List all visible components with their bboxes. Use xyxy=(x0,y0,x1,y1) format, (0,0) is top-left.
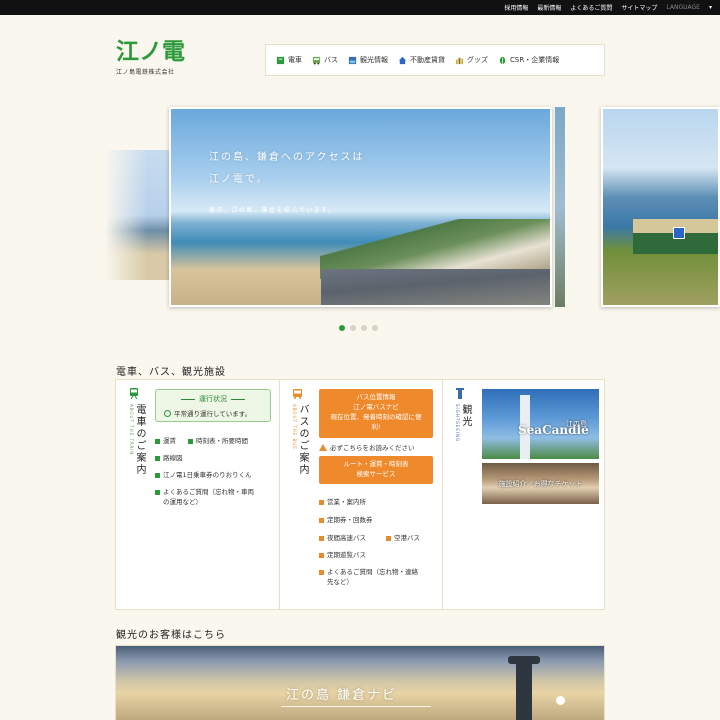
section-title-tourist: 観光のお客様はこちら xyxy=(116,630,226,641)
services-panel: ABOUT THE TRAIN 電車のご案内 運行状況 平常通り運行しています。… xyxy=(115,379,605,610)
slider-dot-1[interactable] xyxy=(339,325,345,331)
nav-label: CSR・企業情報 xyxy=(510,56,560,64)
tower-silhouette xyxy=(516,661,532,720)
bullet-icon xyxy=(188,438,193,444)
hero-slide[interactable]: 江の島、鎌倉へのアクセスは 江ノ電で。 藤沢、江の島、鎌倉を結んでいます。 xyxy=(169,107,552,307)
bus-icon xyxy=(293,389,302,399)
train-faq-link[interactable]: よくあるご質問（忘れ物・車両 の運用など） xyxy=(155,487,254,507)
nav-item-sightseeing[interactable]: 観光情報 xyxy=(348,55,388,65)
facilities-caption: 施設紹介／お得なチケット xyxy=(498,480,583,488)
seawall-scene xyxy=(321,269,550,305)
commuter-pass-link[interactable]: 定期券・回数券 xyxy=(319,515,373,525)
sightseeing-icon xyxy=(456,388,464,399)
status-message: 平常通り運行しています。 xyxy=(174,410,252,418)
bullet-icon xyxy=(319,552,324,558)
train-heading: 電車のご案内 xyxy=(134,404,145,476)
bullet-icon xyxy=(319,569,324,575)
nav-label: バス xyxy=(324,56,338,64)
enoshima-kamakura-navi-banner[interactable]: 江の島 鎌倉ナビ xyxy=(115,645,605,720)
slide-shadow xyxy=(555,107,565,307)
nav-label: 観光情報 xyxy=(360,56,388,64)
goods-icon xyxy=(455,57,464,64)
company-name: 江ノ島電鉄株式会社 xyxy=(116,69,175,76)
nav-label: 電車 xyxy=(288,56,302,64)
nav-item-csr[interactable]: CSR・企業情報 xyxy=(498,55,559,65)
faq-link[interactable]: よくあるご質問 xyxy=(570,3,612,12)
section-title: 電車、バス、観光施設 xyxy=(116,367,226,378)
bus-navi-button[interactable]: バス位置情報 江ノ電バスナビ 現在位置、発着時刻の確認に便 利! xyxy=(319,389,433,438)
banner-rule xyxy=(281,706,431,707)
bullet-icon xyxy=(319,535,324,541)
column-divider xyxy=(279,380,280,609)
bullet-icon xyxy=(155,438,160,444)
slide-next-preview[interactable] xyxy=(601,107,720,307)
utility-bar: 採用情報 最新情報 よくあるご質問 サイトマップ LANGUAGE ▾ xyxy=(0,0,720,15)
hero-subtext: 藤沢、江の島、鎌倉を結んでいます。 xyxy=(209,207,336,214)
facilities-banner[interactable]: 施設紹介／お得なチケット xyxy=(482,463,599,504)
nav-item-real-estate[interactable]: 不動産賃貸 xyxy=(398,55,445,65)
timetable-link[interactable]: 時刻表・所要時間 xyxy=(188,436,248,446)
route-map-link[interactable]: 路線図 xyxy=(155,453,183,463)
banner-dot-button[interactable] xyxy=(556,696,565,705)
tourism-heading: 観光 xyxy=(460,404,471,428)
language-selector[interactable]: LANGUAGE xyxy=(666,4,700,11)
site-logo[interactable]: 江ノ電 江ノ島電鉄株式会社 xyxy=(116,40,186,80)
hero-headline: 江の島、鎌倉へのアクセスは xyxy=(209,152,365,163)
sea-candle-banner[interactable]: SeaCandle 江の島 xyxy=(482,389,599,459)
bus-heading: バスのご案内 xyxy=(297,404,308,476)
road-sign xyxy=(673,227,685,239)
sightseeing-bus-link[interactable]: 定期遊覧バス xyxy=(319,550,366,560)
house-icon xyxy=(398,56,407,64)
hero-headline-2: 江ノ電で。 xyxy=(209,174,269,185)
nav-label: 不動産賃貸 xyxy=(410,56,445,64)
airport-bus-link[interactable]: 空港バス xyxy=(386,533,420,543)
bus-icon xyxy=(312,56,321,65)
bullet-icon xyxy=(319,499,324,505)
status-title: 運行状況 xyxy=(156,394,270,404)
fare-link[interactable]: 運賃 xyxy=(155,436,176,446)
operation-status[interactable]: 運行状況 平常通り運行しています。 xyxy=(155,389,271,422)
banner-title: 江の島 鎌倉ナビ xyxy=(286,688,398,703)
bullet-icon xyxy=(155,455,160,461)
slider-dot-2[interactable] xyxy=(350,325,356,331)
bullet-icon xyxy=(155,489,160,495)
bus-faq-link[interactable]: よくあるご質問（忘れ物・連絡 先など） xyxy=(319,567,418,587)
sightseeing-icon xyxy=(348,56,357,64)
night-bus-link[interactable]: 夜間高速バス xyxy=(319,533,366,543)
sitemap-link[interactable]: サイトマップ xyxy=(621,3,657,12)
slide-prev-preview[interactable] xyxy=(105,150,175,280)
chevron-down-icon[interactable]: ▾ xyxy=(709,4,712,11)
bus-office-link[interactable]: 営業・案内所 xyxy=(319,497,366,507)
sea-candle-jp: 江の島 xyxy=(566,420,587,428)
recruit-link[interactable]: 採用情報 xyxy=(504,3,528,12)
bullet-icon xyxy=(386,535,391,541)
bullet-icon xyxy=(155,472,160,478)
nav-item-goods[interactable]: グッズ xyxy=(455,55,488,65)
route-search-button[interactable]: ルート・運賃・時刻表 検索サービス xyxy=(319,456,433,484)
nav-item-bus[interactable]: バス xyxy=(312,55,338,65)
news-link[interactable]: 最新情報 xyxy=(537,3,561,12)
train-icon xyxy=(130,388,138,399)
nav-item-train[interactable]: 電車 xyxy=(276,55,302,65)
status-ok-icon xyxy=(164,409,171,417)
slider-dots xyxy=(339,325,378,331)
slider-dot-3[interactable] xyxy=(361,325,367,331)
bullet-icon xyxy=(319,517,324,523)
bus-warning-link[interactable]: 必ずこちらをお読みください xyxy=(319,442,415,452)
train-logo-icon xyxy=(276,56,285,64)
column-divider xyxy=(442,380,443,609)
leaf-icon xyxy=(499,56,506,64)
day-pass-link[interactable]: 江ノ電1日乗車券のりおりくん xyxy=(155,470,252,480)
logo-mark: 江ノ電 xyxy=(116,38,185,65)
warning-icon xyxy=(319,443,327,451)
nav-label: グッズ xyxy=(467,56,488,64)
main-nav: 電車 バス 観光情報 不動産賃貸 グッズ CSR・企業情報 xyxy=(265,44,605,76)
slider-dot-4[interactable] xyxy=(372,325,378,331)
